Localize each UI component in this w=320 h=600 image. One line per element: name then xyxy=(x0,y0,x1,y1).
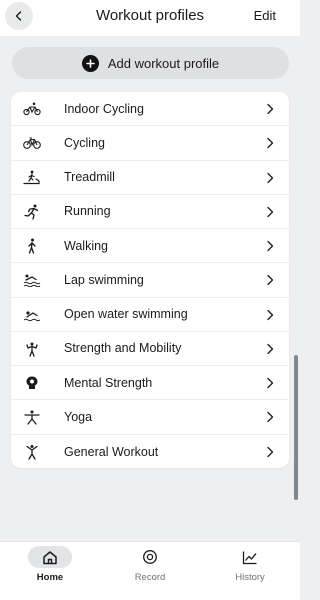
list-item-strength-and-mobility[interactable]: Strength and Mobility xyxy=(11,332,289,367)
chevron-right-icon xyxy=(267,309,274,320)
list-item-mental-strength[interactable]: Mental Strength xyxy=(11,366,289,401)
treadmill-icon xyxy=(23,169,41,187)
scrollbar[interactable] xyxy=(294,355,298,500)
chevron-right-icon xyxy=(267,206,274,217)
mental-strength-icon xyxy=(23,374,41,392)
list-item-label: Cycling xyxy=(64,135,105,150)
chevron-right-icon xyxy=(267,103,274,115)
nav-home[interactable]: Home xyxy=(0,542,100,600)
chevron-right-icon xyxy=(267,172,274,183)
add-workout-profile-button[interactable]: Add workout profile xyxy=(12,47,289,79)
list-item-label: Yoga xyxy=(64,410,93,425)
chevron-right-icon xyxy=(267,377,274,389)
nav-record-label: Record xyxy=(134,572,166,583)
nav-record[interactable]: Record xyxy=(100,542,200,600)
list-item-label: Treadmill xyxy=(64,170,115,185)
top-bar: Workout profiles Edit xyxy=(0,0,300,36)
list-item-treadmill[interactable]: Treadmill xyxy=(11,161,289,195)
list-item-walking[interactable]: Walking xyxy=(11,229,289,264)
plus-icon xyxy=(81,54,99,72)
chevron-right-icon xyxy=(267,275,274,286)
list-item-label: Lap swimming xyxy=(64,272,144,287)
list-item-general-workout[interactable]: General Workout xyxy=(11,435,289,468)
list-item-label: Mental Strength xyxy=(64,375,153,390)
list-item-running[interactable]: Running xyxy=(11,195,289,230)
home-icon xyxy=(28,546,72,568)
open-water-swimming-icon xyxy=(23,306,41,324)
list-item-label: Running xyxy=(64,204,111,219)
chevron-right-icon xyxy=(267,412,274,423)
strength-icon xyxy=(23,340,41,358)
general-workout-icon xyxy=(23,443,41,461)
chevron-right-icon xyxy=(267,240,274,252)
list-item-label: General Workout xyxy=(64,444,159,459)
list-item-lap-swimming[interactable]: Lap swimming xyxy=(11,263,289,298)
bicycle-icon xyxy=(23,134,41,152)
nav-home-label: Home xyxy=(36,572,64,583)
nav-history[interactable]: History xyxy=(200,542,300,600)
chevron-right-icon xyxy=(267,138,274,149)
walking-icon xyxy=(23,237,41,255)
list-item-label: Indoor Cycling xyxy=(64,101,144,116)
yoga-icon xyxy=(23,408,41,426)
chevron-right-icon xyxy=(267,446,274,457)
list-item-open-water-swimming[interactable]: Open water swimming xyxy=(11,298,289,332)
list-item-label: Walking xyxy=(64,238,108,253)
nav-history-label: History xyxy=(235,572,265,583)
workout-profiles-list: Indoor Cycling Cycling Treadmill Running… xyxy=(11,92,289,468)
list-item-label: Open water swimming xyxy=(64,307,188,322)
indoor-cycling-icon xyxy=(23,100,41,118)
list-item-indoor-cycling[interactable]: Indoor Cycling xyxy=(11,92,289,127)
chevron-right-icon xyxy=(267,343,274,355)
running-icon xyxy=(23,203,41,221)
history-chart-icon xyxy=(228,546,272,568)
record-icon xyxy=(128,546,172,568)
bottom-navigation: Home Record History xyxy=(0,541,300,600)
list-item-cycling[interactable]: Cycling xyxy=(11,126,289,161)
add-workout-profile-label: Add workout profile xyxy=(107,55,220,71)
list-item-yoga[interactable]: Yoga xyxy=(11,400,289,435)
list-item-label: Strength and Mobility xyxy=(64,341,182,356)
lap-swimming-icon xyxy=(23,271,41,289)
edit-button[interactable]: Edit xyxy=(254,8,276,23)
